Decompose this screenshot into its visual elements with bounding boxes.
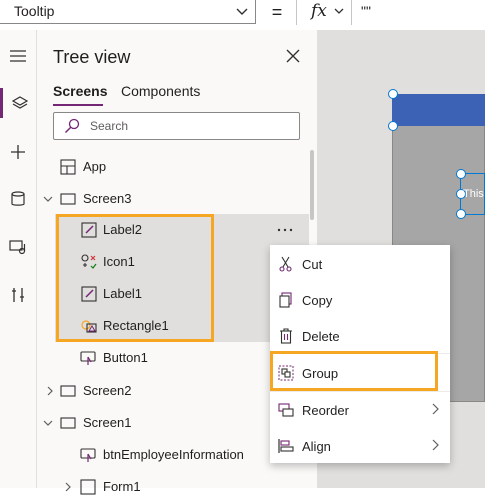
- chevron-down-icon: [43, 196, 53, 202]
- tree-item-label: Screen3: [83, 191, 132, 206]
- more-options-icon[interactable]: [270, 220, 300, 240]
- resize-handle[interactable]: [456, 169, 466, 179]
- selection-highlight: [56, 214, 214, 342]
- menu-item-label: Align: [302, 439, 331, 454]
- hamburger-icon[interactable]: [3, 41, 33, 71]
- tree-item-btnemployeeinformation[interactable]: btnEmployeeInformation: [37, 439, 307, 471]
- chevron-down-icon: [334, 8, 344, 14]
- menu-item-align[interactable]: Align: [270, 428, 450, 464]
- chevron-down-icon: [236, 8, 248, 15]
- tab-components[interactable]: Components: [121, 83, 200, 99]
- screen-icon: [60, 193, 76, 205]
- menu-item-label: Cut: [302, 257, 323, 272]
- tree-item-label: Screen1: [83, 415, 132, 430]
- tab-screens[interactable]: Screens: [53, 83, 107, 99]
- menu-item-label: Delete: [302, 329, 340, 344]
- menu-item-cut[interactable]: Cut: [270, 246, 450, 282]
- fx-icon: fx: [311, 1, 327, 21]
- media-icon[interactable]: [3, 232, 33, 262]
- button-icon: [80, 351, 96, 365]
- resize-handle[interactable]: [388, 89, 398, 99]
- panel-title: Tree view: [53, 47, 131, 67]
- tree-scrollbar[interactable]: [310, 150, 314, 220]
- tree-item-label: Button1: [103, 350, 148, 365]
- menu-item-label: Copy: [302, 293, 333, 308]
- tree-item-screen3[interactable]: Screen3: [37, 183, 307, 215]
- button-icon: [80, 448, 96, 462]
- align-icon: [278, 439, 294, 453]
- header-bar[interactable]: [392, 94, 485, 126]
- tree-item-screen1[interactable]: Screen1: [37, 407, 307, 439]
- search-icon: [65, 118, 80, 133]
- close-icon[interactable]: [284, 47, 302, 65]
- menu-item-reorder[interactable]: Reorder: [270, 392, 450, 428]
- fx-button[interactable]: fx: [296, 0, 352, 25]
- left-rail: [0, 30, 37, 488]
- menu-item-delete[interactable]: Delete: [270, 318, 450, 354]
- database-icon[interactable]: [3, 184, 33, 214]
- scissors-icon: [279, 256, 292, 272]
- formula-input[interactable]: "": [361, 3, 371, 19]
- canvas-label-text: This: [463, 188, 484, 200]
- layers-icon[interactable]: [0, 88, 36, 118]
- formula-bar: Tooltip = fx "": [0, 0, 485, 31]
- active-tab-indicator: [53, 104, 103, 106]
- property-value: Tooltip: [14, 3, 55, 19]
- group-highlight: [270, 351, 438, 391]
- tree-item-form1[interactable]: Form1: [37, 471, 307, 503]
- property-dropdown[interactable]: Tooltip: [0, 0, 256, 24]
- tree-item-label: Screen2: [83, 383, 132, 398]
- tree-item-label: App: [83, 159, 107, 174]
- chevron-right-icon: [432, 403, 439, 415]
- tree-item-screen2[interactable]: Screen2: [37, 375, 307, 407]
- chevron-right-icon: [65, 482, 71, 492]
- app-icon: [60, 159, 76, 175]
- tree-item-app[interactable]: App: [37, 151, 307, 183]
- reorder-icon: [278, 403, 294, 417]
- menu-item-label: Reorder: [302, 403, 349, 418]
- form-icon: [80, 479, 96, 495]
- menu-item-copy[interactable]: Copy: [270, 282, 450, 318]
- tools-icon[interactable]: [3, 280, 33, 310]
- equals-sign: =: [271, 2, 283, 22]
- search-placeholder: Search: [90, 119, 129, 133]
- screen-icon: [60, 417, 76, 429]
- chevron-down-icon: [43, 420, 53, 426]
- tree-item-label: btnEmployeeInformation: [103, 447, 244, 462]
- trash-icon: [280, 328, 292, 344]
- resize-handle[interactable]: [388, 121, 398, 131]
- copy-icon: [279, 292, 292, 308]
- tree-item-button1[interactable]: Button1: [37, 342, 307, 374]
- tree-item-label: Form1: [103, 479, 141, 494]
- plus-icon[interactable]: [3, 137, 33, 167]
- search-input[interactable]: Search: [53, 112, 300, 140]
- resize-handle[interactable]: [456, 209, 466, 219]
- screen-icon: [60, 385, 76, 397]
- chevron-right-icon: [47, 386, 53, 396]
- chevron-right-icon: [432, 439, 439, 451]
